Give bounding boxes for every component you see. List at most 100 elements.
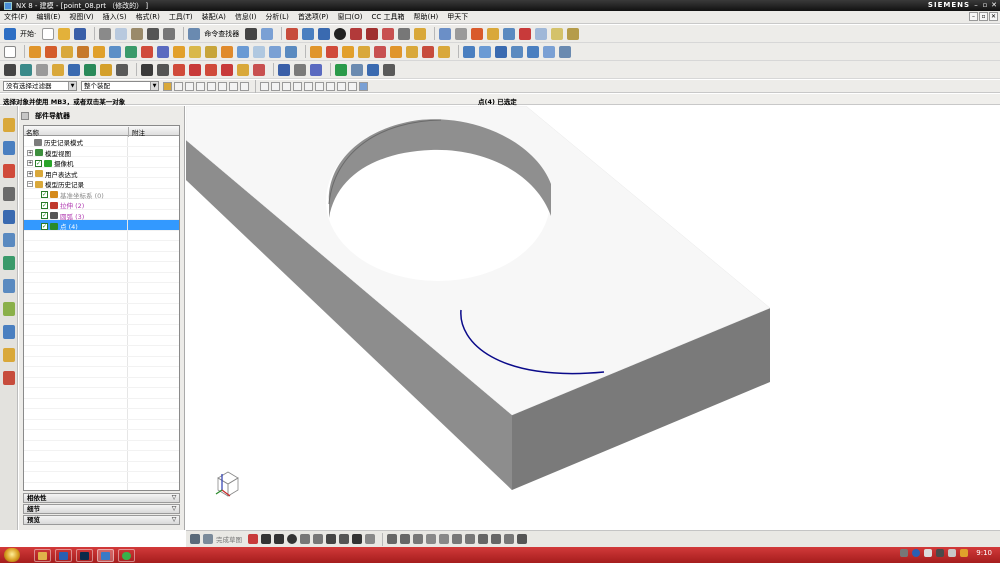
snap-arc-center-icon[interactable] [304,81,313,91]
section-view-icon[interactable] [366,27,379,40]
visibility-check-icon[interactable]: ✓ [35,159,42,167]
menu-view[interactable]: 视图(V) [69,12,93,22]
line-icon[interactable] [36,63,48,76]
menu-preferences[interactable]: 首选项(P) [298,12,329,22]
select-all-icon[interactable] [174,81,183,91]
extract-curve-icon[interactable] [189,63,201,76]
delete-face-icon[interactable] [527,45,539,58]
curve-analysis-icon[interactable] [383,63,395,76]
move-face-icon[interactable] [479,45,491,58]
keyboard-icon[interactable] [900,549,909,557]
graphics-window[interactable] [186,106,1000,530]
open-folder-icon[interactable] [58,27,71,40]
geometric-constraints-icon[interactable] [491,534,501,544]
tree-node[interactable]: ✓ 基准坐标系 (0) [24,188,179,200]
tree-node[interactable]: + 模型视图 [24,146,179,158]
cut-icon[interactable] [99,27,112,40]
patch-icon[interactable] [390,45,402,58]
finish-sketch-button[interactable]: 完成草图 [216,534,242,544]
details-panel-header[interactable]: 细节 ▽ [23,504,180,514]
taskbar-app-360[interactable] [118,548,135,562]
blank-icon[interactable] [519,27,532,40]
orient-view-icon[interactable] [302,27,315,40]
tree-node[interactable]: + ✓ 摄像机 [24,157,179,168]
expand-icon[interactable]: + [27,170,33,177]
start-orb-icon[interactable] [4,548,20,562]
replace-face-icon[interactable] [511,45,523,58]
curve-length-icon[interactable] [294,63,306,76]
mirror-curve-icon[interactable] [426,534,436,544]
collapse-icon[interactable]: − [27,181,33,187]
auto-constrain-icon[interactable] [504,534,514,544]
intersection-curve-icon[interactable] [157,63,169,76]
selection-arrow-icon[interactable] [261,27,274,40]
paste-icon[interactable] [131,27,144,40]
snap-existing-point-icon[interactable] [326,81,335,91]
intersect-icon[interactable] [173,45,185,58]
snap-crosshair-icon[interactable] [245,27,258,40]
taskbar-app-word[interactable] [55,548,72,562]
surface-icon[interactable] [559,45,571,58]
minimize-button[interactable]: – [972,1,980,9]
quick-extend-icon[interactable] [400,534,410,544]
ruler-icon[interactable] [551,27,564,40]
chamfer-icon[interactable] [205,45,217,58]
select-point-icon[interactable] [240,81,249,91]
part-navigator-tree[interactable]: 名称 附注 历史记录模式 + 模型视图 + ✓ 摄像机 + 用户表达式 − 模型历史记录 ✓ 基准坐标… [23,125,180,491]
quick-trim-icon[interactable] [387,534,397,544]
snap-on-surface-icon[interactable] [348,81,357,91]
mirror-icon[interactable] [253,45,265,58]
doc-restore-button[interactable]: ▫ [979,12,988,21]
sketch-offset-icon[interactable] [365,534,375,544]
menu-jiatianxia[interactable]: 甲天下 [447,12,468,22]
sew-icon[interactable] [374,45,386,58]
deselect-icon[interactable] [218,81,227,91]
divide-curve-icon[interactable] [253,63,265,76]
emboss-icon[interactable] [406,45,418,58]
shell-icon[interactable] [221,45,233,58]
part-navigator-tab-icon[interactable] [3,164,15,178]
boss-icon[interactable] [77,45,89,58]
datum-axis-icon[interactable] [125,45,137,58]
slot-icon[interactable] [438,45,450,58]
select-body-icon[interactable] [196,81,205,91]
offset-curve-icon[interactable] [116,63,128,76]
background-icon[interactable] [382,27,395,40]
layer-settings-icon[interactable] [398,27,411,40]
add-existing-curves-icon[interactable] [465,534,475,544]
hole-icon[interactable] [61,45,73,58]
reuse-library-tab-icon[interactable] [3,187,15,201]
measure-icon[interactable] [455,27,468,40]
restore-button[interactable]: ▫ [981,1,989,9]
menu-help[interactable]: 帮助(H) [414,12,439,22]
profile-icon[interactable] [248,534,258,544]
snap-intersection-icon[interactable] [293,81,302,91]
visibility-check-icon[interactable]: ✓ [41,222,48,230]
hd3d-tools-tab-icon[interactable] [3,210,15,224]
split-body-icon[interactable] [285,45,297,58]
system-scenes-tab-icon[interactable] [3,371,15,385]
trim-curve-icon[interactable] [237,63,249,76]
visibility-check-icon[interactable]: ✓ [41,212,48,219]
snap-quadrant-icon[interactable] [315,81,324,91]
edge-blend-icon[interactable] [189,45,201,58]
helix-icon[interactable] [84,63,96,76]
assembly-navigator-tab-icon[interactable] [3,118,15,132]
start-menu-button[interactable]: 开始· [20,29,36,39]
move-icon[interactable] [503,27,516,40]
menu-cc-toolbox[interactable]: CC 工具箱 [371,12,404,22]
display-constraints-icon[interactable] [517,534,527,544]
menu-information[interactable]: 信息(I) [235,12,257,22]
spline-icon[interactable] [68,63,80,76]
rotate-view-icon[interactable] [318,27,331,40]
start-icon[interactable] [4,27,16,40]
extrude-icon[interactable] [29,45,41,58]
expand-icon[interactable]: + [27,160,33,166]
studio-spline-icon[interactable] [339,534,349,544]
sketch-line-icon[interactable] [261,534,271,544]
menu-file[interactable]: 文件(F) [4,12,28,22]
check-icon[interactable] [335,63,347,76]
ime-icon[interactable] [960,549,969,557]
dependencies-panel-header[interactable]: 相依性 ▽ [23,493,180,503]
shaded-render-icon[interactable] [334,27,347,40]
